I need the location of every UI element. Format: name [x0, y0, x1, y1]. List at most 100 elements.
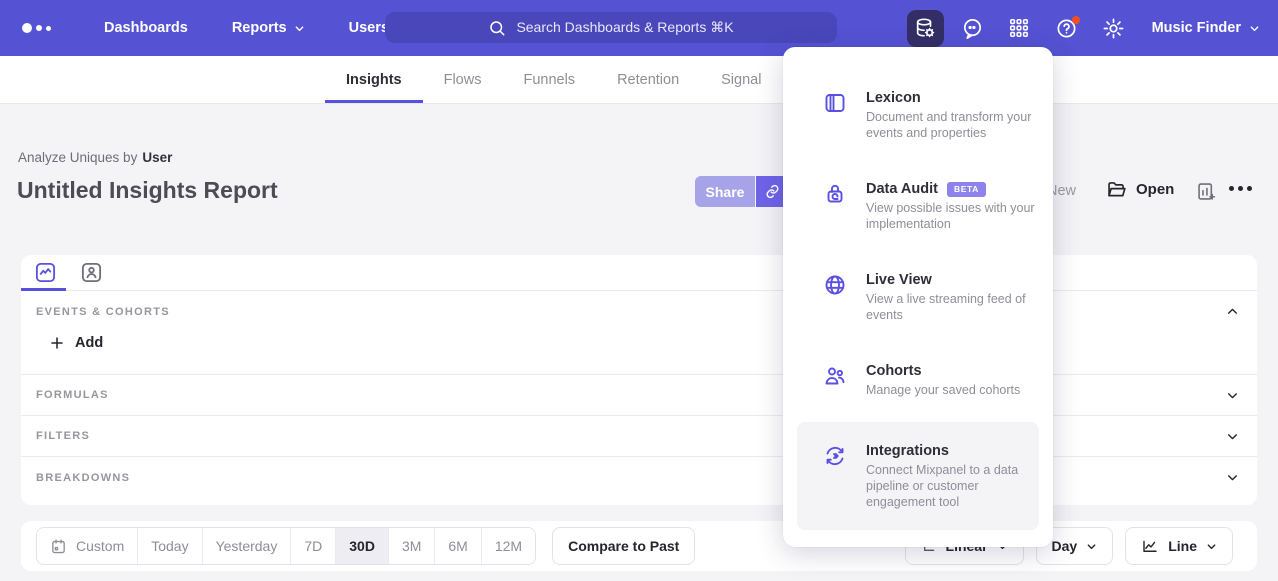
plus-icon — [49, 335, 65, 351]
menu-item-live-view[interactable]: Live View View a live streaming feed of … — [783, 272, 1053, 323]
logo-dot — [22, 23, 32, 33]
apps-grid-button[interactable] — [1001, 10, 1038, 47]
menu-item-title-label: Data Audit — [866, 181, 938, 197]
range-custom[interactable]: Custom — [37, 528, 138, 564]
chart-controls-bar: Custom Today Yesterday 7D 30D 3M 6M 12M … — [21, 521, 1257, 571]
menu-item-data-audit[interactable]: Data Audit BETA View possible issues wit… — [783, 181, 1053, 232]
search-placeholder: Search Dashboards & Reports ⌘K — [516, 19, 733, 36]
breakdowns-section[interactable]: BREAKDOWNS — [21, 457, 1257, 498]
folder-icon — [1106, 179, 1127, 200]
tab-label: Insights — [346, 72, 402, 88]
more-options-button[interactable] — [1229, 186, 1252, 191]
collapse-section-button[interactable] — [1226, 305, 1239, 318]
menu-item-lexicon[interactable]: Lexicon Document and transform your even… — [783, 90, 1053, 141]
dot — [1229, 186, 1234, 191]
range-7d[interactable]: 7D — [291, 528, 336, 564]
open-report-button[interactable]: Open — [1106, 179, 1174, 200]
help-button[interactable] — [1048, 10, 1085, 47]
tab-flows[interactable]: Flows — [423, 56, 503, 103]
granularity-label: Day — [1052, 538, 1078, 554]
search-input[interactable]: Search Dashboards & Reports ⌘K — [385, 12, 837, 43]
dot — [1238, 186, 1243, 191]
menu-item-title: Data Audit BETA — [866, 181, 1035, 197]
menu-item-desc: View a live streaming feed of events — [866, 291, 1035, 323]
nav-item-users[interactable]: Users — [349, 20, 389, 36]
cohorts-people-icon — [823, 364, 847, 388]
menu-item-desc: Connect Mixpanel to a data pipeline or c… — [866, 462, 1025, 510]
formulas-section[interactable]: FORMULAS — [21, 375, 1257, 416]
menu-item-title: Lexicon — [866, 90, 1035, 106]
range-label: Yesterday — [216, 538, 278, 554]
uniques-by-selector[interactable]: User — [142, 150, 172, 165]
menu-item-title: Cohorts — [866, 363, 1035, 379]
lexicon-book-icon — [823, 91, 847, 115]
speech-bubble-icon — [961, 17, 984, 40]
menu-item-text: Live View View a live streaming feed of … — [866, 272, 1035, 323]
globe-icon — [823, 273, 847, 297]
chevron-down-icon — [1206, 541, 1217, 552]
add-to-dashboard-button[interactable] — [1196, 181, 1217, 202]
events-cohorts-section: EVENTS & COHORTS Add — [21, 291, 1257, 375]
compare-label: Compare to Past — [568, 538, 679, 554]
menu-item-integrations[interactable]: Integrations Connect Mixpanel to a data … — [797, 422, 1039, 530]
range-12m[interactable]: 12M — [482, 528, 535, 564]
chevron-down-icon — [1086, 541, 1097, 552]
analysis-subtitle: Analyze Uniques by User — [18, 150, 172, 165]
range-label: 7D — [304, 538, 322, 554]
tab-metrics-view[interactable] — [33, 261, 57, 285]
menu-item-desc: Document and transform your events and p… — [866, 109, 1035, 141]
chart-type-dropdown[interactable]: Line — [1125, 527, 1233, 565]
tab-label: Retention — [617, 72, 679, 88]
date-range-segmented-control: Custom Today Yesterday 7D 30D 3M 6M 12M — [36, 527, 536, 565]
menu-item-text: Integrations Connect Mixpanel to a data … — [866, 443, 1025, 510]
project-switcher[interactable]: Music Finder — [1152, 20, 1260, 36]
feedback-button[interactable] — [954, 10, 991, 47]
notification-dot — [1072, 16, 1080, 24]
logo-dot — [46, 26, 51, 31]
tab-label: Flows — [444, 72, 482, 88]
project-name: Music Finder — [1152, 20, 1241, 36]
query-builder-card: EVENTS & COHORTS Add FORMULAS FILTERS BR… — [21, 255, 1257, 505]
range-yesterday[interactable]: Yesterday — [203, 528, 292, 564]
range-label: 30D — [349, 538, 375, 554]
tab-label: Signal — [721, 72, 761, 88]
menu-item-cohorts[interactable]: Cohorts Manage your saved cohorts — [783, 363, 1053, 398]
tab-signal[interactable]: Signal — [700, 56, 782, 103]
data-management-button[interactable] — [907, 10, 944, 47]
chevron-down-icon — [1226, 430, 1239, 443]
tab-retention[interactable]: Retention — [596, 56, 700, 103]
chevron-down-icon — [1226, 389, 1239, 402]
link-icon — [765, 184, 780, 199]
add-event-button[interactable]: Add — [49, 335, 103, 351]
range-30d[interactable]: 30D — [336, 528, 389, 564]
chevron-down-icon — [294, 23, 305, 34]
data-audit-lock-icon — [823, 182, 847, 206]
range-today[interactable]: Today — [138, 528, 202, 564]
share-button[interactable]: Share — [695, 176, 755, 207]
nav-item-reports[interactable]: Reports — [232, 20, 305, 36]
range-3m[interactable]: 3M — [389, 528, 435, 564]
compare-to-past-button[interactable]: Compare to Past — [552, 527, 695, 565]
mixpanel-logo[interactable] — [22, 23, 70, 33]
tab-profiles-view[interactable] — [79, 261, 103, 285]
menu-item-text: Cohorts Manage your saved cohorts — [866, 363, 1035, 398]
menu-item-desc: View possible issues with your implement… — [866, 200, 1035, 232]
calendar-icon — [50, 538, 67, 555]
range-label: 6M — [448, 538, 467, 554]
tab-insights[interactable]: Insights — [325, 56, 423, 103]
line-chart-icon — [1141, 537, 1159, 555]
share-split-button: Share — [695, 176, 788, 207]
filters-section[interactable]: FILTERS — [21, 416, 1257, 457]
subtitle-prefix: Analyze Uniques by — [18, 150, 137, 165]
range-6m[interactable]: 6M — [435, 528, 481, 564]
nav-label: Reports — [232, 20, 287, 36]
settings-button[interactable] — [1095, 10, 1132, 47]
chart-plus-icon — [1196, 181, 1217, 202]
chart-type-label: Line — [1168, 538, 1197, 554]
tab-funnels[interactable]: Funnels — [502, 56, 596, 103]
person-tab-icon — [80, 261, 103, 284]
nav-item-dashboards[interactable]: Dashboards — [104, 20, 188, 36]
range-label: Custom — [76, 538, 124, 554]
beta-badge: BETA — [947, 182, 986, 197]
page-title[interactable]: Untitled Insights Report — [17, 177, 278, 204]
